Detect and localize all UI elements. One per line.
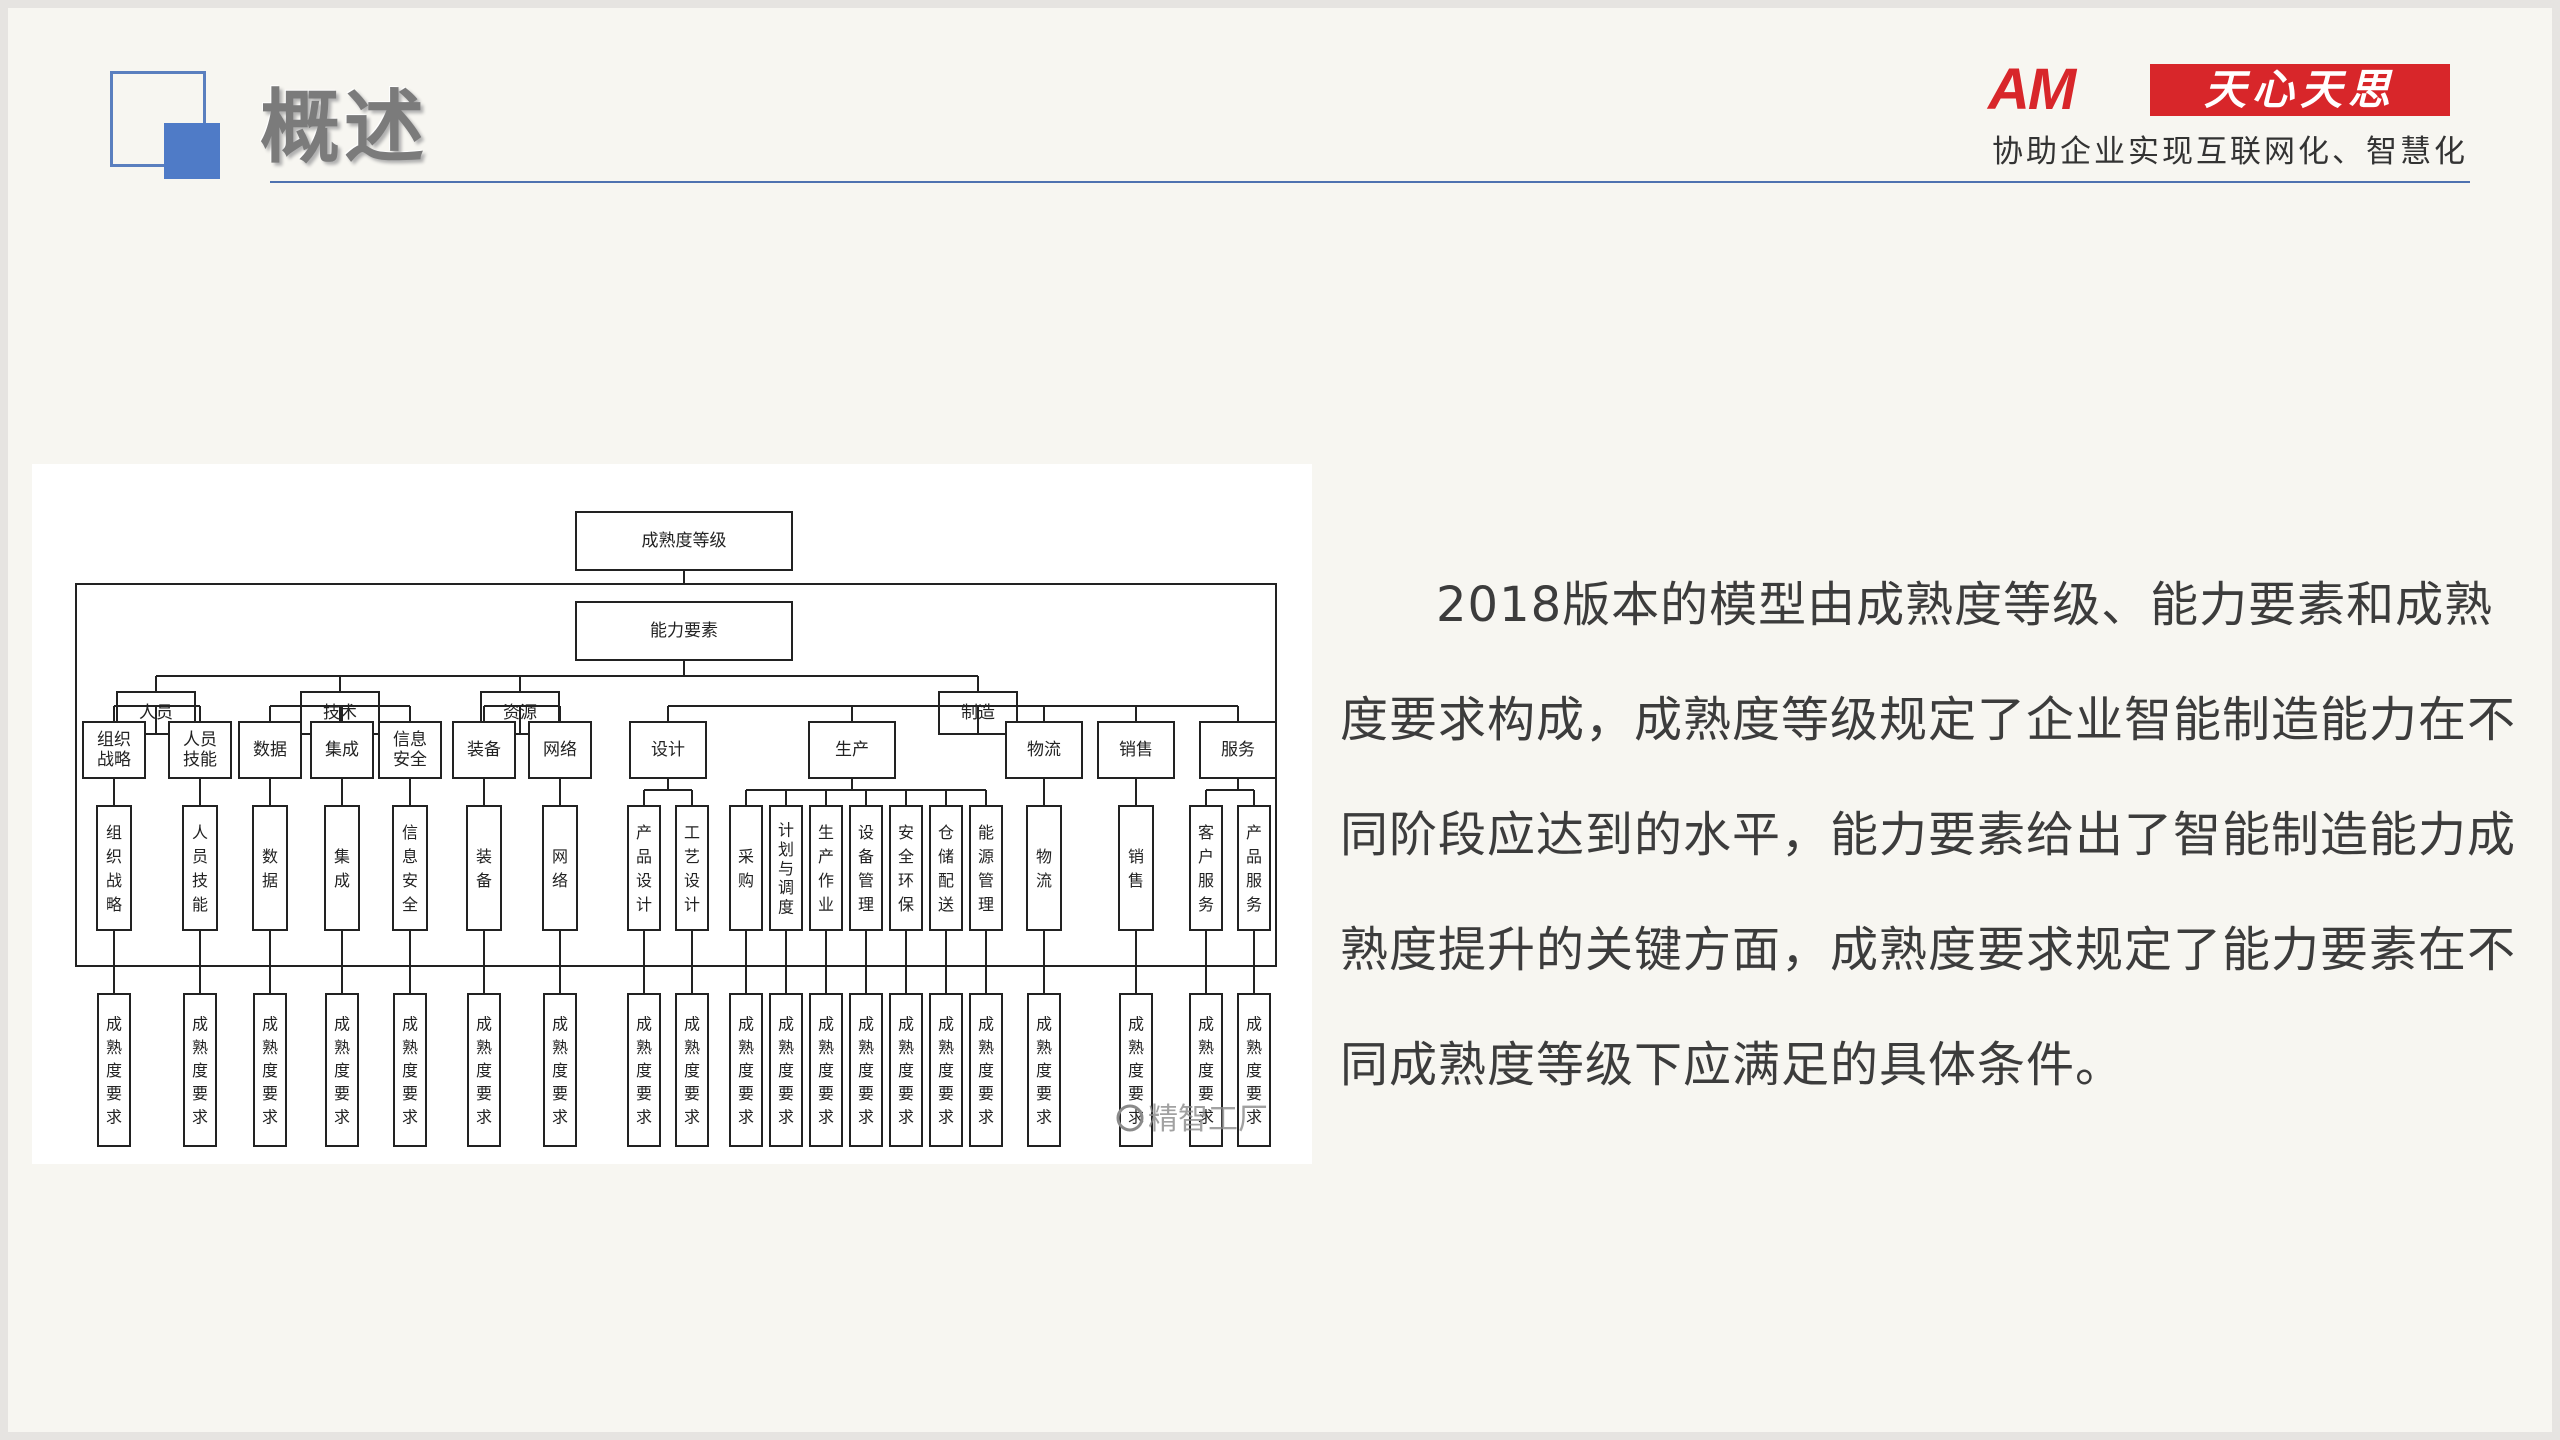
company-logo: AM 天心天思 [1988, 60, 2468, 120]
requirement-label: 成熟度要求 [476, 1014, 492, 1126]
subgroup-label: 网络 [543, 740, 577, 760]
requirement-label: 成熟度要求 [552, 1014, 568, 1126]
logo-brand-name: 天心天思 [2150, 64, 2450, 116]
capability-item-label: 计划与调度 [778, 820, 794, 916]
subgroup-label: 数据 [253, 740, 287, 760]
subgroup-label: 人员技能 [183, 730, 217, 770]
subgroup-label: 组织战略 [97, 730, 131, 770]
watermark-text: 精智工厂 [1148, 1102, 1268, 1137]
capability-item-box [729, 805, 763, 931]
capability-item-box [324, 805, 360, 931]
maturity-model-diagram: 成熟度等级 能力要素 人员 组织战略 人员技能 技术 数据 集成 信息安全 资源 装备 网络 制造 设计生… [32, 464, 1312, 1164]
page-title: 概述 [260, 81, 428, 174]
capability-item-box [466, 805, 502, 931]
diagram-svg: 成熟度等级能力要素人员组织战略人员技能技术数据 集成 信息安全资源装备 网络制造设计生… [75, 511, 1277, 1147]
capability-item-box [542, 805, 578, 931]
requirement-label: 成熟度要求 [978, 1014, 994, 1126]
subgroup-label: 物流 [1027, 740, 1061, 760]
requirement-label: 成熟度要求 [738, 1014, 754, 1126]
subgroup-label: 销售 [1119, 740, 1153, 760]
subgroup-label: 服务 [1221, 740, 1255, 760]
subgroup-label: 信息安全 [393, 730, 427, 770]
capability-item-box [1118, 805, 1154, 931]
requirement-label: 成熟度要求 [818, 1014, 834, 1126]
body-paragraph: 2018版本的模型由成熟度等级、能力要素和成熟度要求构成，成熟度等级规定了企业智… [1340, 577, 2517, 1093]
capability-item-box [252, 805, 288, 931]
requirement-label: 成熟度要求 [262, 1014, 278, 1126]
slide: 概述 AM 天心天思 协助企业实现互联网化、智慧化 成熟度等级 能力要素 人员 组织战… [8, 8, 2552, 1432]
requirement-label: 成熟度要求 [684, 1014, 700, 1126]
title-deco-square-filled [164, 123, 220, 179]
requirement-label: 成熟度要求 [778, 1014, 794, 1126]
requirement-label: 成熟度要求 [636, 1014, 652, 1126]
root-label: 成熟度等级 [642, 530, 727, 551]
requirement-label: 成熟度要求 [106, 1014, 122, 1126]
requirement-label: 成熟度要求 [402, 1014, 418, 1126]
subgroup-label: 设计 [651, 740, 685, 760]
capability-item-box [1026, 805, 1062, 931]
subgroup-label: 装备 [467, 740, 501, 760]
requirement-label: 成熟度要求 [334, 1014, 350, 1126]
requirement-label: 成熟度要求 [192, 1014, 208, 1126]
capability-label: 能力要素 [650, 621, 718, 641]
requirement-label: 成熟度要求 [938, 1014, 954, 1126]
tagline: 协助企业实现互联网化、智慧化 [1992, 134, 2468, 170]
subgroup-label: 集成 [325, 740, 359, 760]
requirement-label: 成熟度要求 [898, 1014, 914, 1126]
subgroup-label: 生产 [835, 740, 869, 760]
logo-am-icon: AM [1988, 57, 2076, 122]
requirement-label: 成熟度要求 [858, 1014, 874, 1126]
header-divider [270, 181, 2470, 183]
requirement-label: 成熟度要求 [1036, 1014, 1052, 1126]
